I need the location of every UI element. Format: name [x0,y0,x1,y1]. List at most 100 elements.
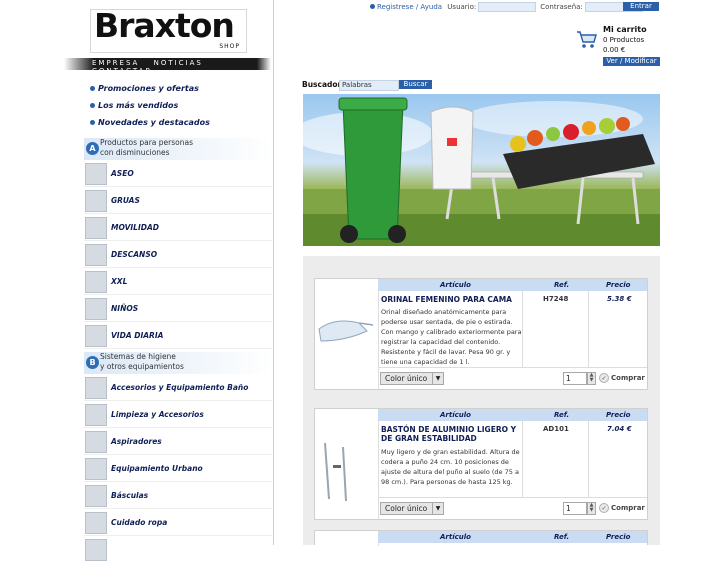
divider [84,321,272,322]
section-b-header: B Sistemas de higiene y otros equipamien… [84,352,272,374]
register-link[interactable]: Registrese / Ayuda [377,3,442,11]
username-field[interactable] [478,2,537,12]
category-thumbnail [85,190,107,212]
product-table-header: Artículo Ref. Precio [378,409,647,421]
product-ref: H7248 [543,295,569,303]
color-select-value: Color único [385,374,428,383]
header-article: Artículo [440,281,471,289]
product-image[interactable] [315,531,379,546]
nav-noticias[interactable]: NOTICIAS [154,59,203,67]
category-label: VIDA DIARIA [111,331,164,340]
category-basculas[interactable]: Básculas [84,484,272,509]
login-bar: Registrese / Ayuda Usuario: Contraseña: [370,2,647,12]
shopping-cart-icon[interactable] [576,29,598,49]
category-ninos[interactable]: NIÑOS [84,297,272,322]
category-thumbnail [85,244,107,266]
quantity-input[interactable]: 1 [563,502,587,515]
user-label: Usuario: [447,3,477,11]
category-label: ASEO [111,169,134,178]
cart-total: 0.00 € [603,46,626,54]
category-thumbnail [85,512,107,534]
chevron-down-icon: ▼ [432,503,443,514]
quantity-input[interactable]: 1 [563,372,587,385]
header-price: Precio [606,411,631,419]
color-select[interactable]: Color único ▼ [380,372,444,385]
category-equipamiento-urbano[interactable]: Equipamiento Urbano [84,457,272,482]
brand-logo[interactable]: Braxton SHOP [90,6,247,53]
category-label: XXL [111,277,128,286]
category-thumbnail [85,325,107,347]
category-label: GRUAS [111,196,140,205]
category-thumbnail [85,217,107,239]
search-button[interactable]: Buscar [399,80,432,89]
product-price: 7.04 € [607,425,632,433]
product-table-header: Artículo Ref. Precio [378,279,647,291]
product-card: Artículo Ref. Precio [314,530,648,546]
promo-link-offers[interactable]: Promociones y ofertas [90,84,199,93]
search-input[interactable]: Palabras [339,80,399,91]
divider [84,294,272,295]
product-description: Muy ligero y de gran estabilidad. Altura… [381,448,520,486]
divider [84,240,272,241]
nav-empresa[interactable]: EMPRESA [92,59,139,67]
promo-link-bestsellers[interactable]: Los más vendidos [90,101,178,110]
bullet-icon [90,103,95,108]
product-card: Artículo Ref. Precio ORINAL FEMENINO PAR… [314,278,648,390]
section-a-line1: Productos para personas [100,138,193,147]
category-movilidad[interactable]: MOVILIDAD [84,216,272,241]
section-b-line2: y otros equipamientos [100,362,184,371]
product-price: 5.38 € [607,295,632,303]
category-accesorios-bano[interactable]: Accesorios y Equipamiento Baño [84,376,272,401]
quantity-stepper[interactable]: ▲ ▼ [587,502,596,515]
search-label: Buscador: [302,80,345,89]
category-label: Aspiradores [111,437,162,446]
cart-title: Mi carrito [603,25,647,34]
promo-link-news[interactable]: Novedades y destacados [90,118,210,127]
category-label: MOVILIDAD [111,223,159,232]
category-vida-diaria[interactable]: VIDA DIARIA [84,324,272,349]
section-b-badge: B [86,356,99,369]
category-xxl[interactable]: XXL [84,270,272,295]
category-aseo[interactable]: ASEO [84,162,272,187]
bullet-icon [370,4,375,9]
product-image[interactable] [315,279,379,389]
promo-label: Novedades y destacados [98,118,210,127]
divider [84,508,272,509]
product-title[interactable]: ORINAL FEMENINO PARA CAMA [381,295,521,304]
header-ref: Ref. [554,533,570,541]
category-cuidado-ropa[interactable]: Cuidado ropa [84,511,272,536]
category-aspiradores[interactable]: Aspiradores [84,430,272,455]
header-ref: Ref. [554,411,570,419]
top-nav-fade-left [64,58,94,70]
category-thumbnail [85,404,107,426]
promo-label: Los más vendidos [98,101,179,110]
buy-label: Comprar [611,504,645,512]
buy-button[interactable]: ✓ Comprar [599,503,645,513]
divider [588,291,589,367]
category-descanso[interactable]: DESCANSO [84,243,272,268]
color-select-value: Color único [385,504,428,513]
nav-contactar[interactable]: CONTACTAR [92,67,152,75]
login-button[interactable]: Entrar [623,2,659,11]
section-a-line2: con disminuciones [100,148,170,157]
view-cart-button[interactable]: Ver / Modificar [603,57,660,66]
buy-button[interactable]: ✓ Comprar [599,373,645,383]
section-a-header: A Productos para personas con disminucio… [84,138,272,160]
divider [84,348,272,349]
divider [84,213,272,214]
bullet-icon [90,120,95,125]
urinal-icon [318,320,374,342]
section-a-title: Productos para personas con disminucione… [100,138,193,158]
color-select[interactable]: Color único ▼ [380,502,444,515]
product-title[interactable]: BASTÓN DE ALUMINIO LIGERO Y DE GRAN ESTA… [381,425,521,443]
check-icon: ✓ [599,503,609,513]
category-more[interactable] [84,538,272,563]
category-limpieza[interactable]: Limpieza y Accesorios [84,403,272,428]
category-gruas[interactable]: GRUAS [84,189,272,214]
product-image[interactable] [315,409,379,519]
divider [378,367,647,368]
product-card: Artículo Ref. Precio BASTÓN DE ALUMINIO … [314,408,648,520]
quantity-stepper[interactable]: ▲ ▼ [587,372,596,385]
category-thumbnail [85,485,107,507]
promo-label: Promociones y ofertas [98,84,199,93]
